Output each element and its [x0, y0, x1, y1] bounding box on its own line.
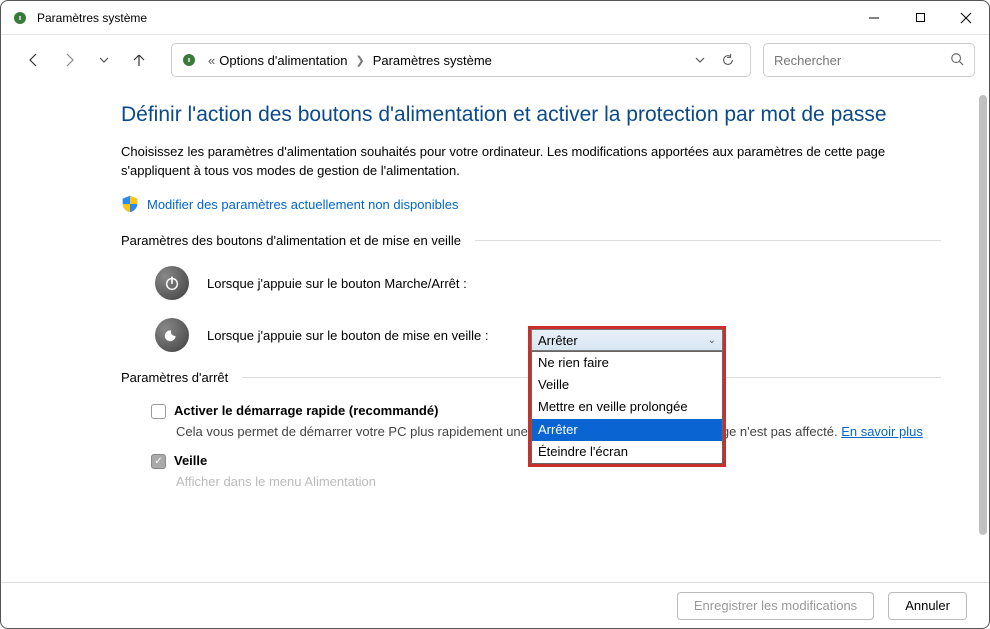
history-dropdown-button[interactable] [89, 45, 118, 75]
admin-settings-link[interactable]: Modifier des paramètres actuellement non… [121, 195, 975, 213]
admin-settings-link-text[interactable]: Modifier des paramètres actuellement non… [147, 197, 458, 212]
power-button-label: Lorsque j'appuie sur le bouton Marche/Ar… [207, 276, 467, 291]
search-icon[interactable] [950, 52, 964, 69]
breadcrumb[interactable]: « Options d'alimentation ❯ Paramètres sy… [171, 43, 751, 77]
save-button[interactable]: Enregistrer les modifications [677, 592, 874, 620]
back-button[interactable] [19, 45, 48, 75]
section-title-shutdown: Paramètres d'arrêt [121, 370, 228, 385]
dropdown-option[interactable]: Veille [532, 374, 722, 396]
sleep-checkbox[interactable] [151, 454, 166, 469]
navigation-bar: « Options d'alimentation ❯ Paramètres sy… [1, 35, 989, 85]
search-input[interactable] [774, 53, 950, 68]
power-button-row: Lorsque j'appuie sur le bouton Marche/Ar… [155, 266, 975, 300]
power-icon [155, 266, 189, 300]
search-box[interactable] [763, 43, 975, 77]
divider [475, 240, 941, 241]
cancel-button[interactable]: Annuler [888, 592, 967, 620]
shield-icon [121, 195, 139, 213]
dropdown-list: Ne rien faireVeilleMettre en veille prol… [531, 351, 723, 464]
chevron-right-icon: ❯ [355, 54, 364, 67]
power-button-action-dropdown[interactable]: Arrêter ⌄ Ne rien faireVeilleMettre en v… [531, 329, 723, 464]
forward-button[interactable] [54, 45, 83, 75]
dropdown-option[interactable]: Mettre en veille prolongée [532, 396, 722, 418]
window-title: Paramètres système [37, 11, 147, 25]
window-frame: Paramètres système « Opti [0, 0, 990, 629]
minimize-button[interactable] [851, 1, 897, 34]
content-area: Définir l'action des boutons d'alimentat… [1, 85, 989, 582]
power-plan-icon [180, 52, 198, 68]
breadcrumb-dropdown-button[interactable] [686, 54, 714, 66]
fast-startup-checkbox[interactable] [151, 404, 166, 419]
sleep-checkbox-label: Veille [174, 453, 207, 468]
dropdown-option[interactable]: Arrêter [532, 419, 722, 441]
fast-startup-label: Activer le démarrage rapide (recommandé) [174, 403, 438, 418]
footer-bar: Enregistrer les modifications Annuler [1, 582, 989, 628]
breadcrumb-item[interactable]: Paramètres système [373, 53, 492, 68]
page-description: Choisissez les paramètres d'alimentation… [121, 143, 931, 181]
dropdown-option[interactable]: Éteindre l'écran [532, 441, 722, 463]
sleep-icon [155, 318, 189, 352]
up-button[interactable] [124, 45, 153, 75]
dropdown-selected-value[interactable]: Arrêter ⌄ [531, 329, 723, 351]
sleep-checkbox-desc: Afficher dans le menu Alimentation [176, 473, 936, 491]
page-title: Définir l'action des boutons d'alimentat… [121, 101, 941, 129]
maximize-button[interactable] [897, 1, 943, 34]
dropdown-option[interactable]: Ne rien faire [532, 352, 722, 374]
vertical-scrollbar[interactable] [979, 95, 987, 535]
refresh-button[interactable] [714, 53, 742, 67]
close-button[interactable] [943, 1, 989, 34]
power-options-icon [11, 9, 29, 27]
dropdown-selected-text: Arrêter [538, 333, 578, 348]
learn-more-link[interactable]: En savoir plus [841, 424, 923, 439]
titlebar: Paramètres système [1, 1, 989, 35]
fast-startup-desc-text: Cela vous permet de démarrer votre PC pl… [176, 424, 841, 439]
breadcrumb-item[interactable]: Options d'alimentation [219, 53, 347, 68]
breadcrumb-truncation-icon: « [208, 53, 215, 68]
section-title-power-buttons: Paramètres des boutons d'alimentation et… [121, 233, 461, 248]
chevron-down-icon: ⌄ [708, 335, 716, 346]
sleep-button-label: Lorsque j'appuie sur le bouton de mise e… [207, 328, 488, 343]
